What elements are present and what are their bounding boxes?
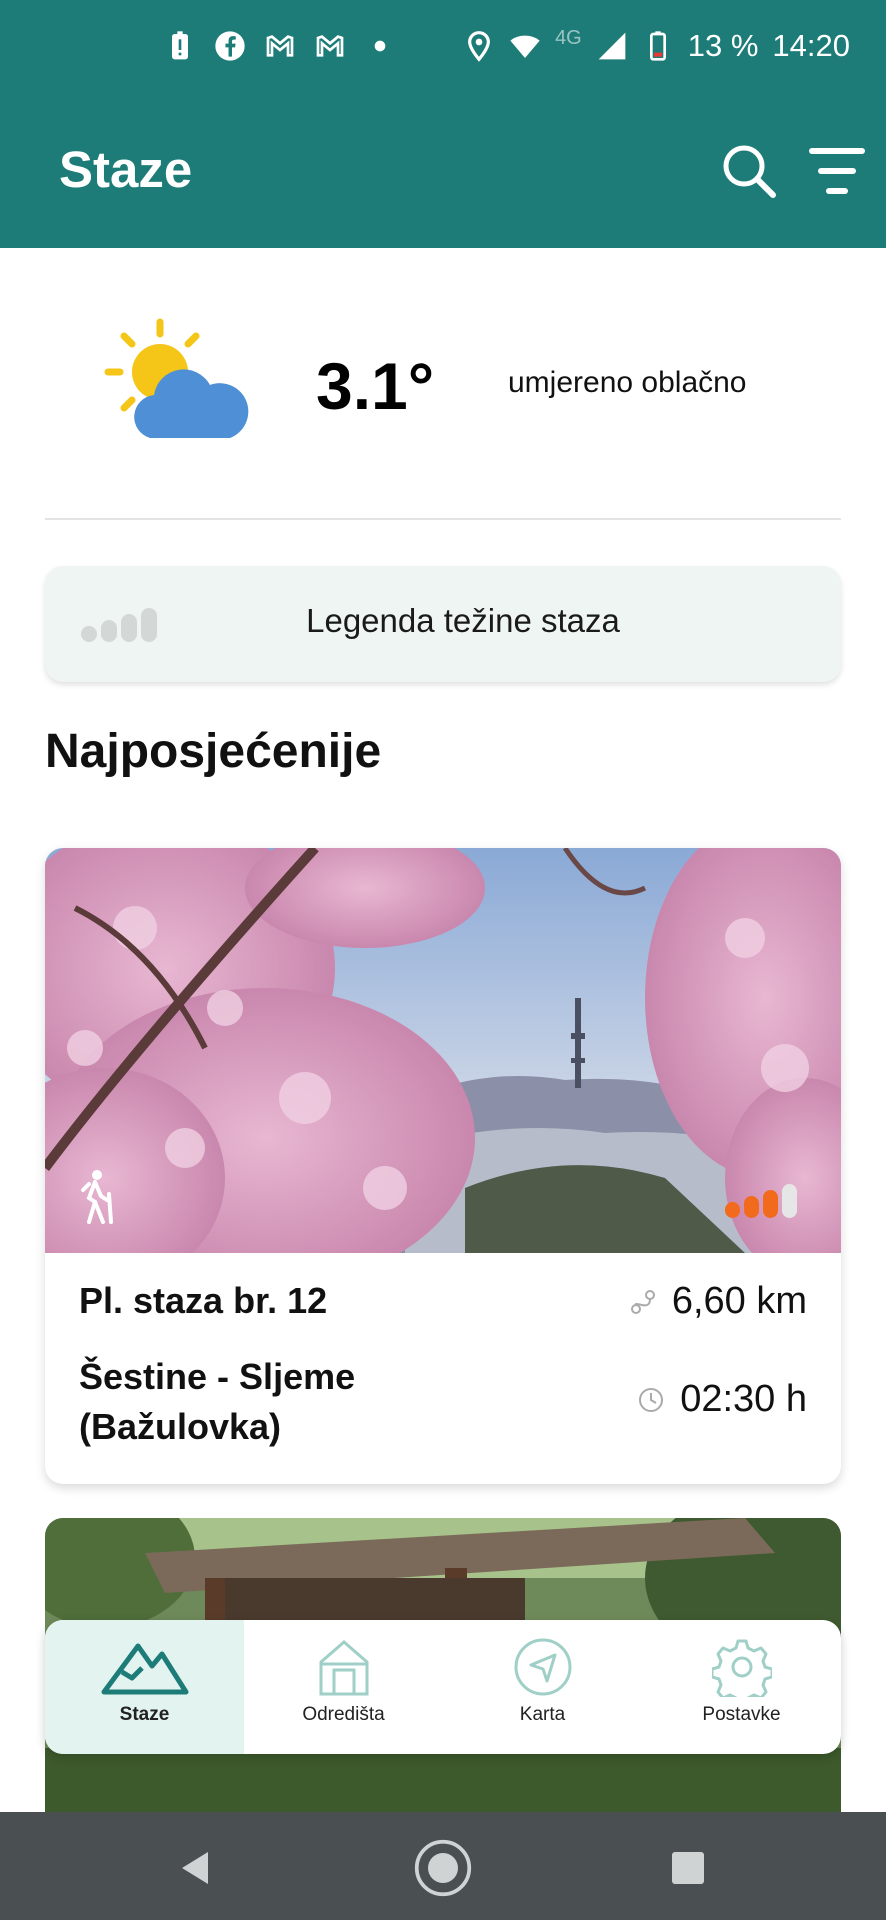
legend-label: Legenda težine staza xyxy=(306,602,620,639)
notification-icons xyxy=(164,30,396,62)
app-bar: Staze xyxy=(0,98,886,248)
difficulty-bar xyxy=(744,1196,759,1218)
recents-button[interactable] xyxy=(658,1838,718,1898)
back-icon xyxy=(182,1852,208,1884)
house-icon xyxy=(319,1640,368,1696)
trail-distance: 6,60 km xyxy=(628,1280,807,1323)
battery-alert-icon xyxy=(164,30,196,62)
filter-icon xyxy=(809,148,865,194)
dot-icon xyxy=(364,30,396,62)
difficulty-indicator xyxy=(725,1184,797,1218)
difficulty-bar xyxy=(763,1190,778,1218)
nav-label: Odredišta xyxy=(302,1704,385,1725)
temperature: 3.1° xyxy=(316,349,435,423)
nav-item-postavke[interactable]: Postavke xyxy=(642,1620,841,1754)
difficulty-bar xyxy=(782,1184,797,1218)
bottom-navigation: Staze Odredišta Karta Postavke xyxy=(45,1620,841,1754)
nav-label: Karta xyxy=(519,1704,566,1725)
trail-card[interactable]: Pl. staza br. 12 Šestine - Sljeme (Bažul… xyxy=(45,848,841,1484)
nav-label: Postavke xyxy=(702,1704,781,1725)
distance-value: 6,60 km xyxy=(671,1280,807,1322)
home-button[interactable] xyxy=(413,1838,473,1898)
search-icon xyxy=(723,145,776,198)
battery-icon xyxy=(642,30,674,62)
nav-item-karta[interactable]: Karta xyxy=(443,1620,642,1754)
back-button[interactable] xyxy=(166,1838,226,1898)
difficulty-bar xyxy=(725,1202,740,1218)
weather-widget: 3.1° umjereno oblačno xyxy=(0,248,886,518)
mountain-icon xyxy=(101,1643,188,1695)
signal-icon xyxy=(596,30,628,62)
difficulty-legend-button[interactable]: Legenda težine staza xyxy=(45,566,841,682)
network-type: 4G xyxy=(555,26,582,49)
divider xyxy=(45,518,841,520)
partly-cloudy-icon xyxy=(104,318,256,448)
clock: 14:20 xyxy=(772,28,850,63)
status-bar: 4G 13 % 14:20 xyxy=(0,0,886,98)
trail-duration: 02:30 h xyxy=(636,1378,807,1421)
recents-icon xyxy=(672,1852,704,1884)
system-indicators: 4G 13 % 14:20 xyxy=(463,26,850,64)
page-title: Staze xyxy=(59,141,193,198)
route-icon xyxy=(630,1289,655,1314)
search-button[interactable] xyxy=(716,138,782,204)
nav-item-staze[interactable]: Staze xyxy=(45,1620,244,1754)
gmail-icon xyxy=(264,30,296,62)
gmail-icon xyxy=(314,30,346,62)
hiker-icon xyxy=(81,1170,113,1224)
system-navigation-bar xyxy=(0,1812,886,1920)
gear-icon xyxy=(711,1639,772,1697)
location-icon xyxy=(463,30,495,62)
section-title: Najposjećenije xyxy=(45,725,382,778)
nav-label: Staze xyxy=(119,1704,170,1725)
navigation-icon xyxy=(514,1638,571,1696)
trail-photo xyxy=(45,848,841,1253)
duration-value: 02:30 h xyxy=(680,1378,807,1420)
clock-icon xyxy=(639,1387,664,1412)
home-icon xyxy=(414,1839,472,1897)
weather-condition: umjereno oblačno xyxy=(508,366,747,399)
nav-item-odredista[interactable]: Odredišta xyxy=(244,1620,443,1754)
trail-name: Pl. staza br. 12 xyxy=(79,1280,328,1321)
battery-percent: 13 % xyxy=(687,28,759,63)
wifi-icon xyxy=(509,30,541,62)
filter-button[interactable] xyxy=(804,138,870,204)
facebook-icon xyxy=(214,30,246,62)
trail-route: Šestine - Sljeme (Bažulovka) xyxy=(79,1356,356,1447)
